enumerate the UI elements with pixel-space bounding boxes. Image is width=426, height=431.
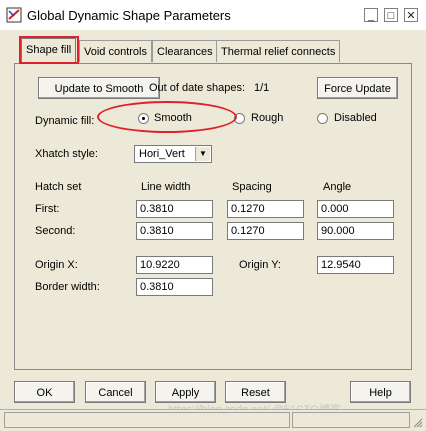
ok-button[interactable]: OK (14, 381, 75, 403)
force-update-button[interactable]: Force Update (317, 77, 398, 99)
origin-x-label: Origin X: (35, 259, 78, 271)
status-cell-secondary (292, 412, 410, 428)
spacing-header: Spacing (232, 181, 272, 193)
app-icon (6, 7, 22, 23)
dialog-window: Global Dynamic Shape Parameters _ □ ✕ Sh… (0, 0, 426, 431)
radio-disabled-label: Disabled (334, 112, 377, 124)
xhatch-style-select[interactable]: Hori_Vert ▼ (134, 145, 212, 163)
border-width-label: Border width: (35, 281, 100, 293)
window-title: Global Dynamic Shape Parameters (27, 8, 231, 23)
first-angle-input[interactable]: 0.000 (317, 200, 394, 218)
shape-fill-panel: Update to Smooth Out of date shapes: 1/1… (14, 63, 412, 370)
radio-smooth-label: Smooth (154, 112, 192, 124)
out-of-date-value: 1/1 (254, 82, 270, 94)
close-icon: ✕ (406, 10, 416, 22)
second-label: Second: (35, 225, 76, 237)
origin-y-label: Origin Y: (239, 259, 281, 271)
reset-button[interactable]: Reset (225, 381, 286, 403)
second-spacing-input[interactable]: 0.1270 (227, 222, 304, 240)
border-width-input[interactable]: 0.3810 (136, 278, 213, 296)
origin-y-input[interactable]: 12.9540 (317, 256, 394, 274)
tab-shape-fill[interactable]: Shape fill (21, 38, 77, 63)
radio-disabled[interactable] (317, 113, 328, 124)
status-cell-main (4, 412, 290, 428)
minimize-icon: _ (367, 10, 375, 22)
hatch-set-label: Hatch set (35, 181, 82, 193)
radio-rough[interactable] (234, 113, 245, 124)
first-spacing-input[interactable]: 0.1270 (227, 200, 304, 218)
maximize-button[interactable]: □ (384, 8, 398, 22)
first-label: First: (35, 203, 60, 215)
origin-x-input[interactable]: 10.9220 (136, 256, 213, 274)
apply-button[interactable]: Apply (155, 381, 216, 403)
tab-thermal-relief-connects[interactable]: Thermal relief connects (216, 40, 341, 62)
tab-clearances[interactable]: Clearances (152, 40, 218, 62)
help-button[interactable]: Help (350, 381, 411, 403)
radio-smooth[interactable] (138, 113, 149, 124)
status-bar (0, 409, 426, 431)
tab-void-controls[interactable]: Void controls (79, 40, 152, 62)
radio-selected-dot (142, 117, 145, 120)
radio-rough-label: Rough (251, 112, 284, 124)
out-of-date-label: Out of date shapes: (149, 82, 246, 94)
angle-header: Angle (323, 181, 352, 193)
close-button[interactable]: ✕ (404, 8, 418, 22)
update-to-smooth-button[interactable]: Update to Smooth (38, 77, 160, 99)
maximize-icon: □ (387, 10, 395, 22)
minimize-button[interactable]: _ (364, 8, 378, 22)
dynamic-fill-label: Dynamic fill: (35, 115, 95, 127)
line-width-header: Line width (141, 181, 191, 193)
second-angle-input[interactable]: 90.000 (317, 222, 394, 240)
title-bar[interactable]: Global Dynamic Shape Parameters _ □ ✕ (0, 0, 426, 30)
chevron-down-icon: ▼ (195, 147, 210, 161)
xhatch-style-value: Hori_Vert (139, 148, 185, 160)
second-line-width-input[interactable]: 0.3810 (136, 222, 213, 240)
cancel-button[interactable]: Cancel (85, 381, 146, 403)
tab-strip: Shape fill Void controls Clearances Ther… (0, 38, 426, 64)
xhatch-style-label: Xhatch style: (35, 148, 98, 160)
first-line-width-input[interactable]: 0.3810 (136, 200, 213, 218)
resize-grip-icon[interactable] (413, 418, 423, 428)
